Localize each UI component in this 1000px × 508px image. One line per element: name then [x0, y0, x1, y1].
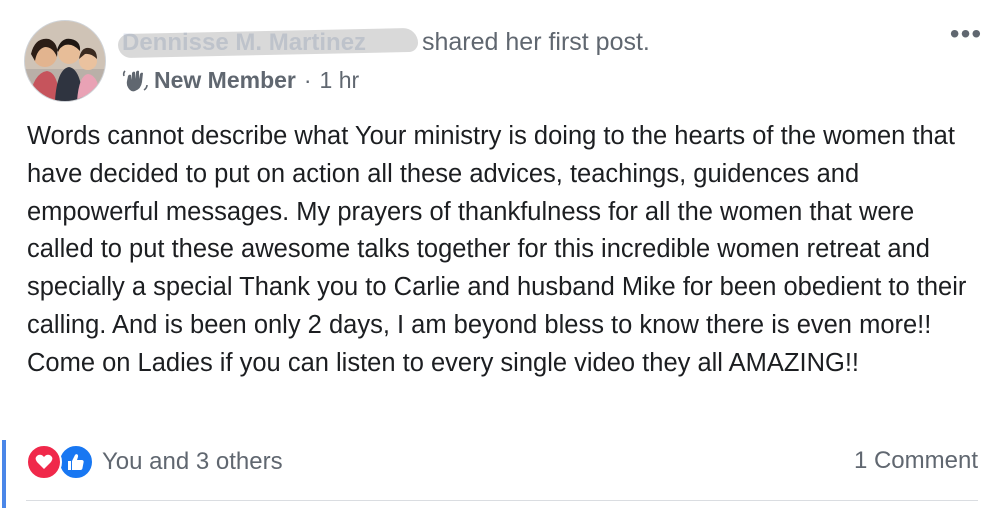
- author-line: Dennisse M. Martinez shared her first po…: [117, 27, 650, 59]
- post-timestamp[interactable]: 1 hr: [320, 67, 360, 94]
- post-meta: New Member · 1 hr: [122, 67, 359, 94]
- footer-divider: [26, 500, 978, 501]
- like-icon: [58, 444, 94, 480]
- redaction-scribble: [117, 27, 419, 59]
- meta-separator: ·: [303, 67, 312, 93]
- more-options-button[interactable]: •••: [946, 18, 986, 49]
- love-icon: [26, 444, 62, 480]
- waving-hand-icon: [122, 69, 148, 91]
- more-dots-icon: •••: [949, 18, 983, 49]
- member-badge[interactable]: New Member: [154, 67, 296, 94]
- post-body-text: Words cannot describe what Your ministry…: [27, 122, 967, 377]
- reactions-summary[interactable]: You and 3 others: [26, 444, 283, 480]
- left-accent-bar: [2, 440, 6, 508]
- reaction-count-text: You and 3 others: [102, 448, 283, 475]
- avatar-image: [25, 21, 105, 101]
- post-card: Dennisse M. Martinez shared her first po…: [0, 0, 1000, 508]
- author-name-redacted[interactable]: Dennisse M. Martinez: [117, 27, 419, 59]
- avatar[interactable]: [24, 20, 106, 102]
- comments-count-link[interactable]: 1 Comment: [854, 447, 978, 475]
- post-action-text: shared her first post.: [422, 28, 650, 56]
